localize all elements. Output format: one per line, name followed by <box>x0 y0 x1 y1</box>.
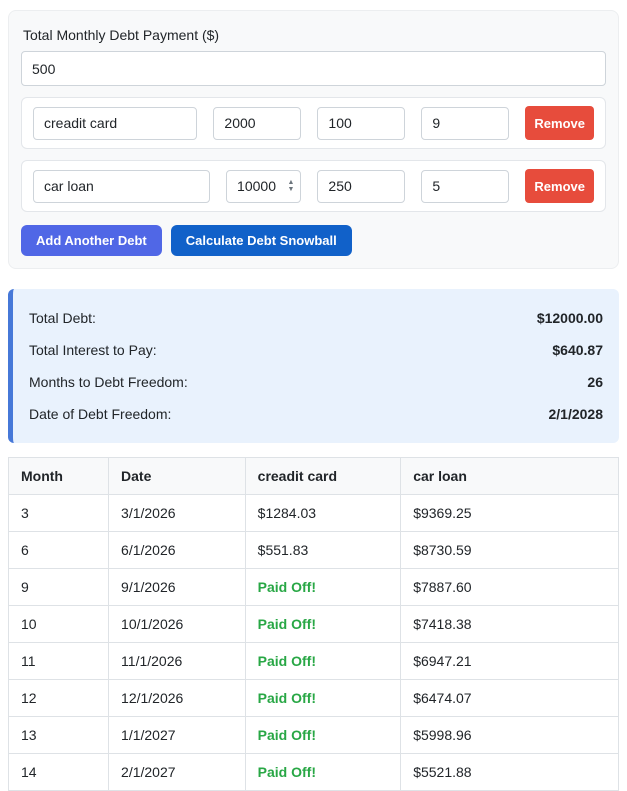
cell-debt2-balance: $6474.07 <box>400 679 619 717</box>
table-row: 6 6/1/2026 $551.83 $8730.59 <box>7 531 619 569</box>
cell-debt1-balance: Paid Off! <box>244 568 402 606</box>
cell-debt2-balance: $9369.25 <box>400 494 619 532</box>
cell-debt2-balance: $7418.38 <box>400 605 619 643</box>
table-header: Month Date creadit card car loan <box>7 457 619 495</box>
page: Total Monthly Debt Payment ($) Remove ▲▼… <box>0 0 627 791</box>
debt-min-payment-input[interactable] <box>317 169 406 203</box>
cell-month: 13 <box>7 716 110 754</box>
summary-row-total-interest: Total Interest to Pay: $640.87 <box>29 334 603 366</box>
freedom-date-label: Date of Debt Freedom: <box>29 406 172 422</box>
calculate-snowball-button[interactable]: Calculate Debt Snowball <box>170 225 352 256</box>
cell-month: 9 <box>7 568 110 606</box>
number-stepper-icon[interactable]: ▲ ▼ <box>287 179 294 193</box>
cell-date: 1/1/2027 <box>108 716 246 754</box>
debt-rate-input[interactable] <box>421 169 510 203</box>
cell-debt1-balance: $551.83 <box>244 531 402 569</box>
cell-month: 6 <box>7 531 110 569</box>
cell-date: 3/1/2026 <box>108 494 246 532</box>
cell-month: 10 <box>7 605 110 643</box>
debt-rate-input[interactable] <box>421 106 510 140</box>
cell-debt2-balance: $8730.59 <box>400 531 619 569</box>
cell-debt1-balance: Paid Off! <box>244 679 402 717</box>
cell-date: 12/1/2026 <box>108 679 246 717</box>
cell-date: 9/1/2026 <box>108 568 246 606</box>
table-row: 9 9/1/2026 Paid Off! $7887.60 <box>7 568 619 606</box>
months-to-freedom-label: Months to Debt Freedom: <box>29 374 188 390</box>
table-row: 13 1/1/2027 Paid Off! $5998.96 <box>7 716 619 754</box>
cell-date: 11/1/2026 <box>108 642 246 680</box>
total-debt-value: $12000.00 <box>536 310 603 326</box>
freedom-date-value: 2/1/2028 <box>548 406 604 422</box>
table-row: 10 10/1/2026 Paid Off! $7418.38 <box>7 605 619 643</box>
cell-debt2-balance: $6947.21 <box>400 642 619 680</box>
cell-month: 3 <box>7 494 110 532</box>
cell-month: 14 <box>7 753 110 791</box>
summary-row-total-debt: Total Debt: $12000.00 <box>29 302 603 334</box>
debt-balance-input[interactable] <box>213 106 302 140</box>
cell-debt1-balance: $1284.03 <box>244 494 402 532</box>
stepper-down-icon[interactable]: ▼ <box>287 186 294 193</box>
debt-form-card: Total Monthly Debt Payment ($) Remove ▲▼… <box>8 10 619 269</box>
monthly-payment-label: Total Monthly Debt Payment ($) <box>23 27 220 43</box>
form-actions: Add Another Debt Calculate Debt Snowball <box>21 225 606 256</box>
debt-row: Remove <box>21 97 606 149</box>
monthly-payment-input[interactable] <box>21 51 606 86</box>
debt-min-payment-input[interactable] <box>317 106 406 140</box>
debt-balance-stepper: ▲▼ <box>226 169 302 203</box>
table-body: 3 3/1/2026 $1284.03 $9369.25 6 6/1/2026 … <box>7 494 619 791</box>
cell-month: 12 <box>7 679 110 717</box>
remove-debt-button[interactable]: Remove <box>525 169 594 203</box>
summary-row-freedom-date: Date of Debt Freedom: 2/1/2028 <box>29 398 603 430</box>
months-to-freedom-value: 26 <box>587 374 603 390</box>
add-debt-button[interactable]: Add Another Debt <box>21 225 162 256</box>
table-row: 12 12/1/2026 Paid Off! $6474.07 <box>7 679 619 717</box>
column-header-date: Date <box>108 457 246 495</box>
payoff-schedule-table: Month Date creadit card car loan 3 3/1/2… <box>7 457 619 791</box>
debt-name-input[interactable] <box>33 106 198 140</box>
cell-debt2-balance: $7887.60 <box>400 568 619 606</box>
column-header-debt1: creadit card <box>244 457 402 495</box>
total-debt-label: Total Debt: <box>29 310 96 326</box>
cell-debt1-balance: Paid Off! <box>244 716 402 754</box>
cell-debt1-balance: Paid Off! <box>244 642 402 680</box>
column-header-month: Month <box>7 457 110 495</box>
total-interest-label: Total Interest to Pay: <box>29 342 157 358</box>
column-header-debt2: car loan <box>400 457 619 495</box>
cell-date: 10/1/2026 <box>108 605 246 643</box>
summary-row-months-to-freedom: Months to Debt Freedom: 26 <box>29 366 603 398</box>
cell-month: 11 <box>7 642 110 680</box>
cell-debt2-balance: $5521.88 <box>400 753 619 791</box>
cell-debt1-balance: Paid Off! <box>244 605 402 643</box>
total-interest-value: $640.87 <box>552 342 603 358</box>
table-header-row: Month Date creadit card car loan <box>7 457 619 495</box>
remove-debt-button[interactable]: Remove <box>525 106 594 140</box>
table-row: 14 2/1/2027 Paid Off! $5521.88 <box>7 753 619 791</box>
cell-debt2-balance: $5998.96 <box>400 716 619 754</box>
results-summary-panel: Total Debt: $12000.00 Total Interest to … <box>8 289 619 443</box>
debt-name-input[interactable] <box>33 169 211 203</box>
table-row: 11 11/1/2026 Paid Off! $6947.21 <box>7 642 619 680</box>
stepper-up-icon[interactable]: ▲ <box>287 179 294 186</box>
debt-row: ▲▼ Remove <box>21 160 606 212</box>
cell-debt1-balance: Paid Off! <box>244 753 402 791</box>
cell-date: 6/1/2026 <box>108 531 246 569</box>
table-row: 3 3/1/2026 $1284.03 $9369.25 <box>7 494 619 532</box>
cell-date: 2/1/2027 <box>108 753 246 791</box>
